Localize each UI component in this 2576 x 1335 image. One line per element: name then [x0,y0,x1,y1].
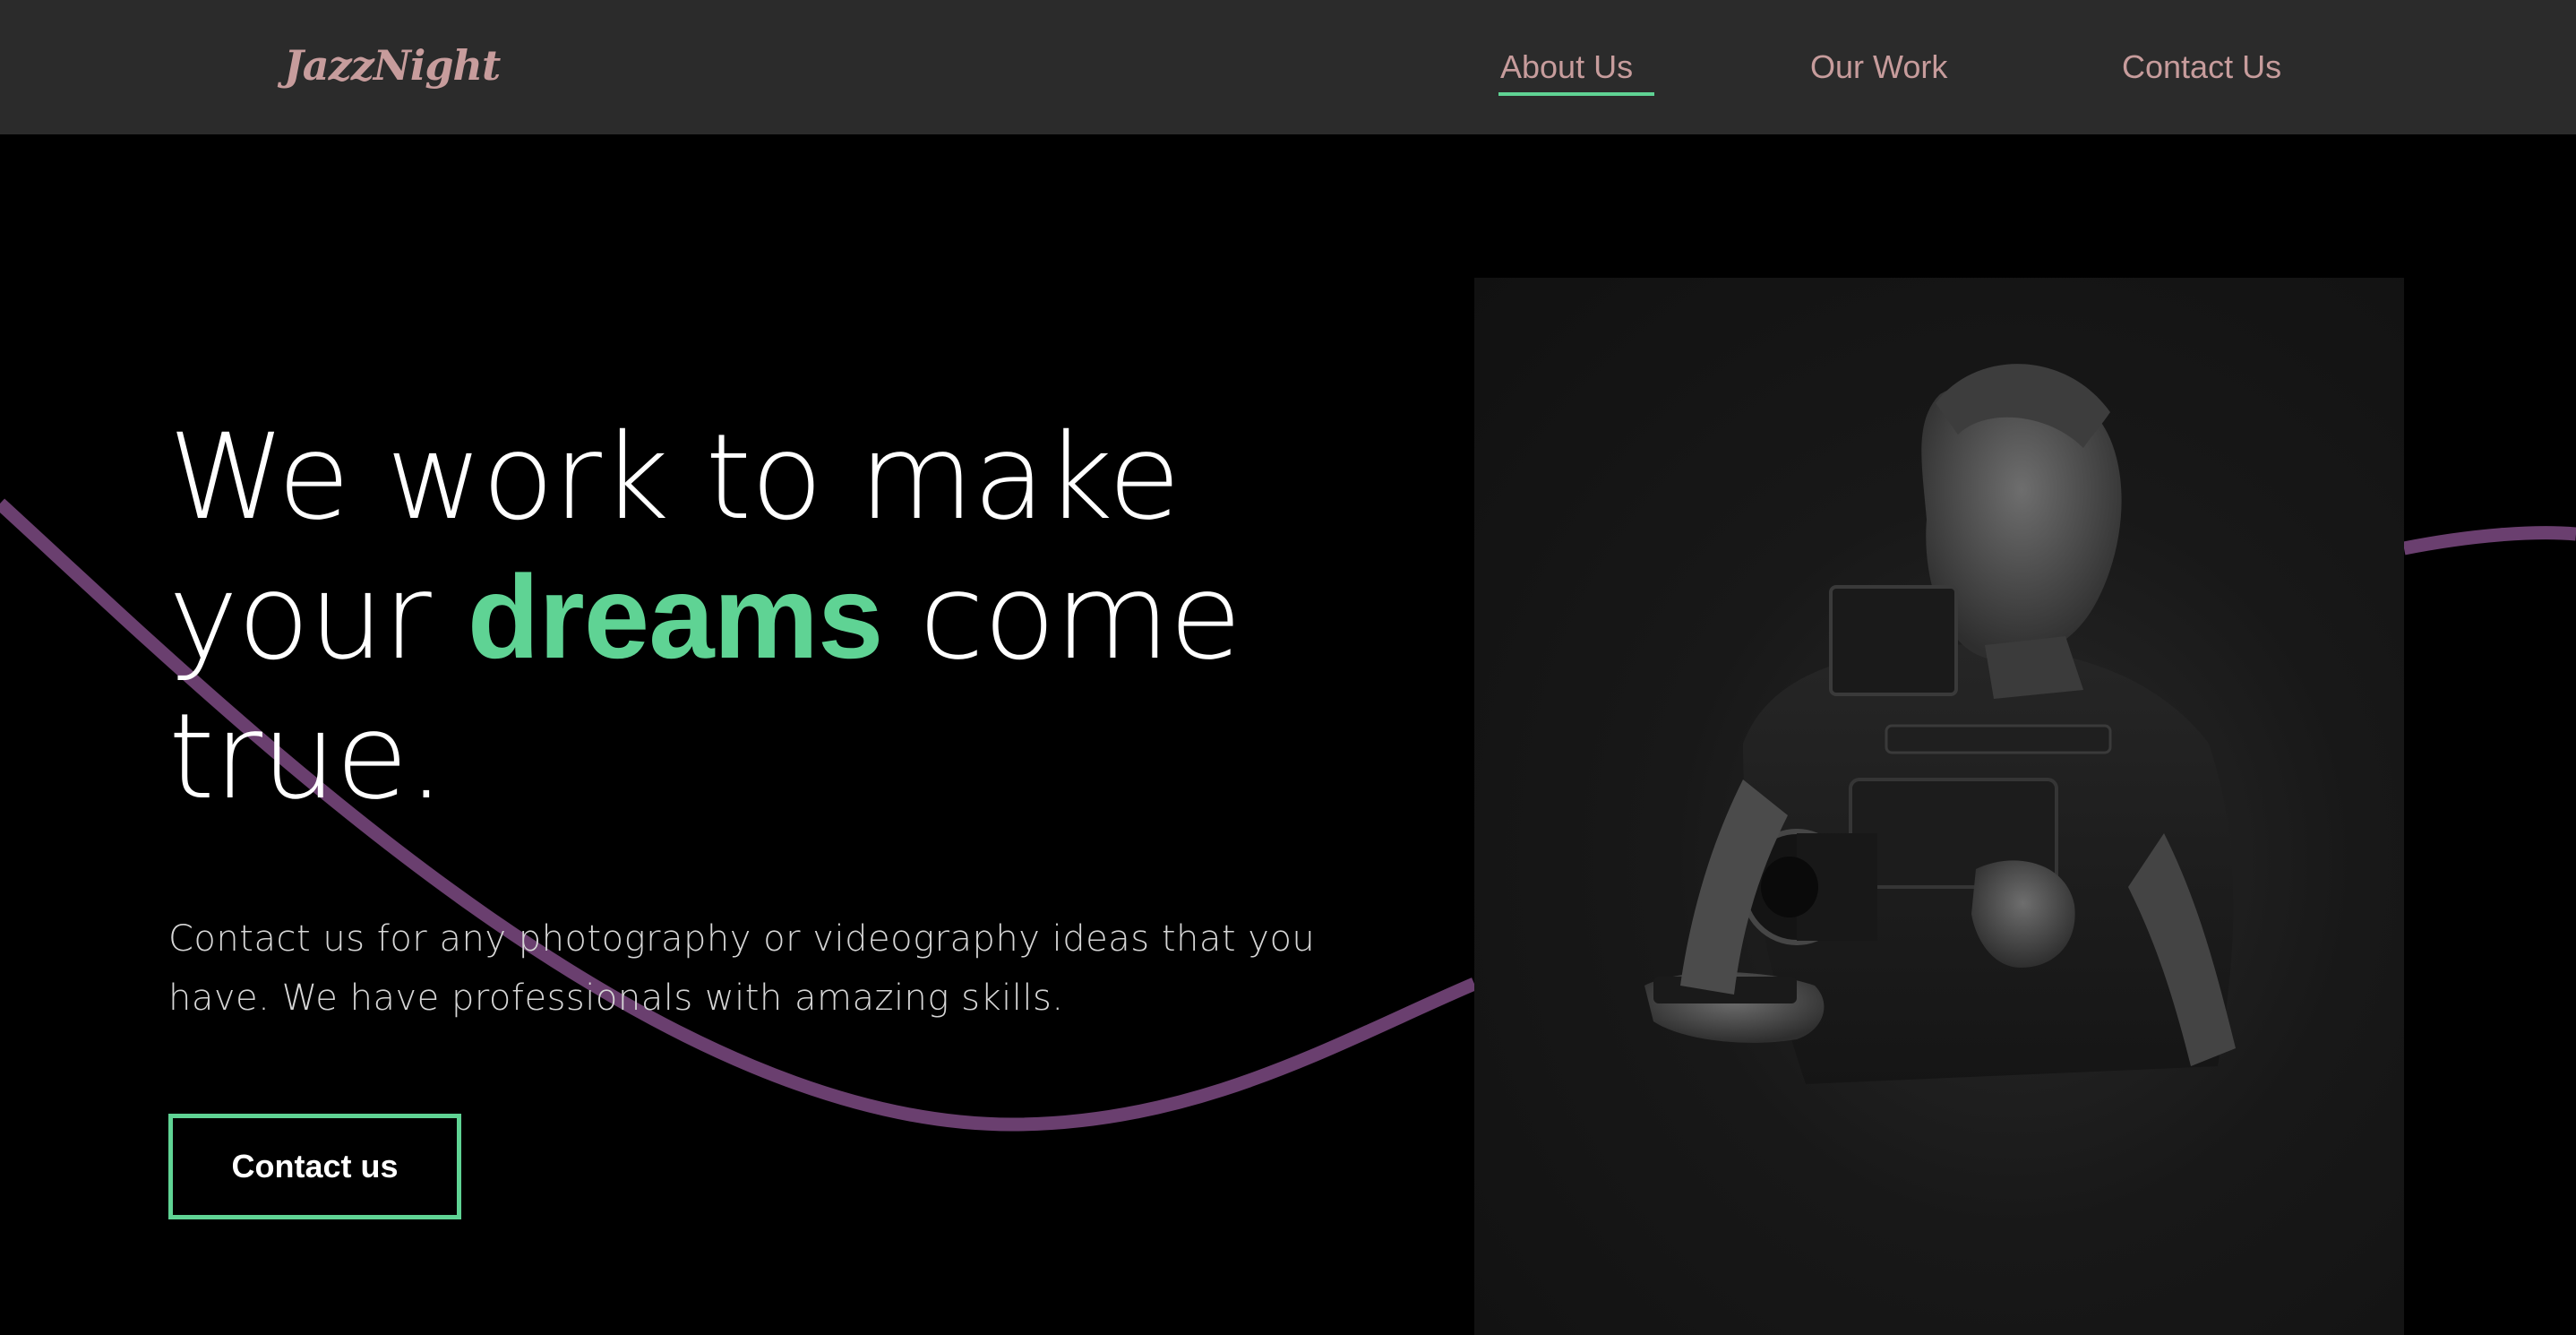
headline-line-3: true. [168,688,445,826]
headline-line-1: We work to make [168,409,1181,547]
hero-photo [1474,278,2404,1335]
photographer-icon [1644,364,2236,1084]
hero-subtext: Contact us for any photography or videog… [168,918,1316,1019]
hero-headline: We work to make your dreams come true. [168,408,1422,827]
headline-text-your: your [168,548,468,686]
contact-us-button[interactable]: Contact us [168,1114,461,1219]
headline-text-come: come [882,548,1241,686]
headline-accent-dreams: dreams [467,551,884,683]
headline-line-2: your dreams come [168,547,1422,687]
